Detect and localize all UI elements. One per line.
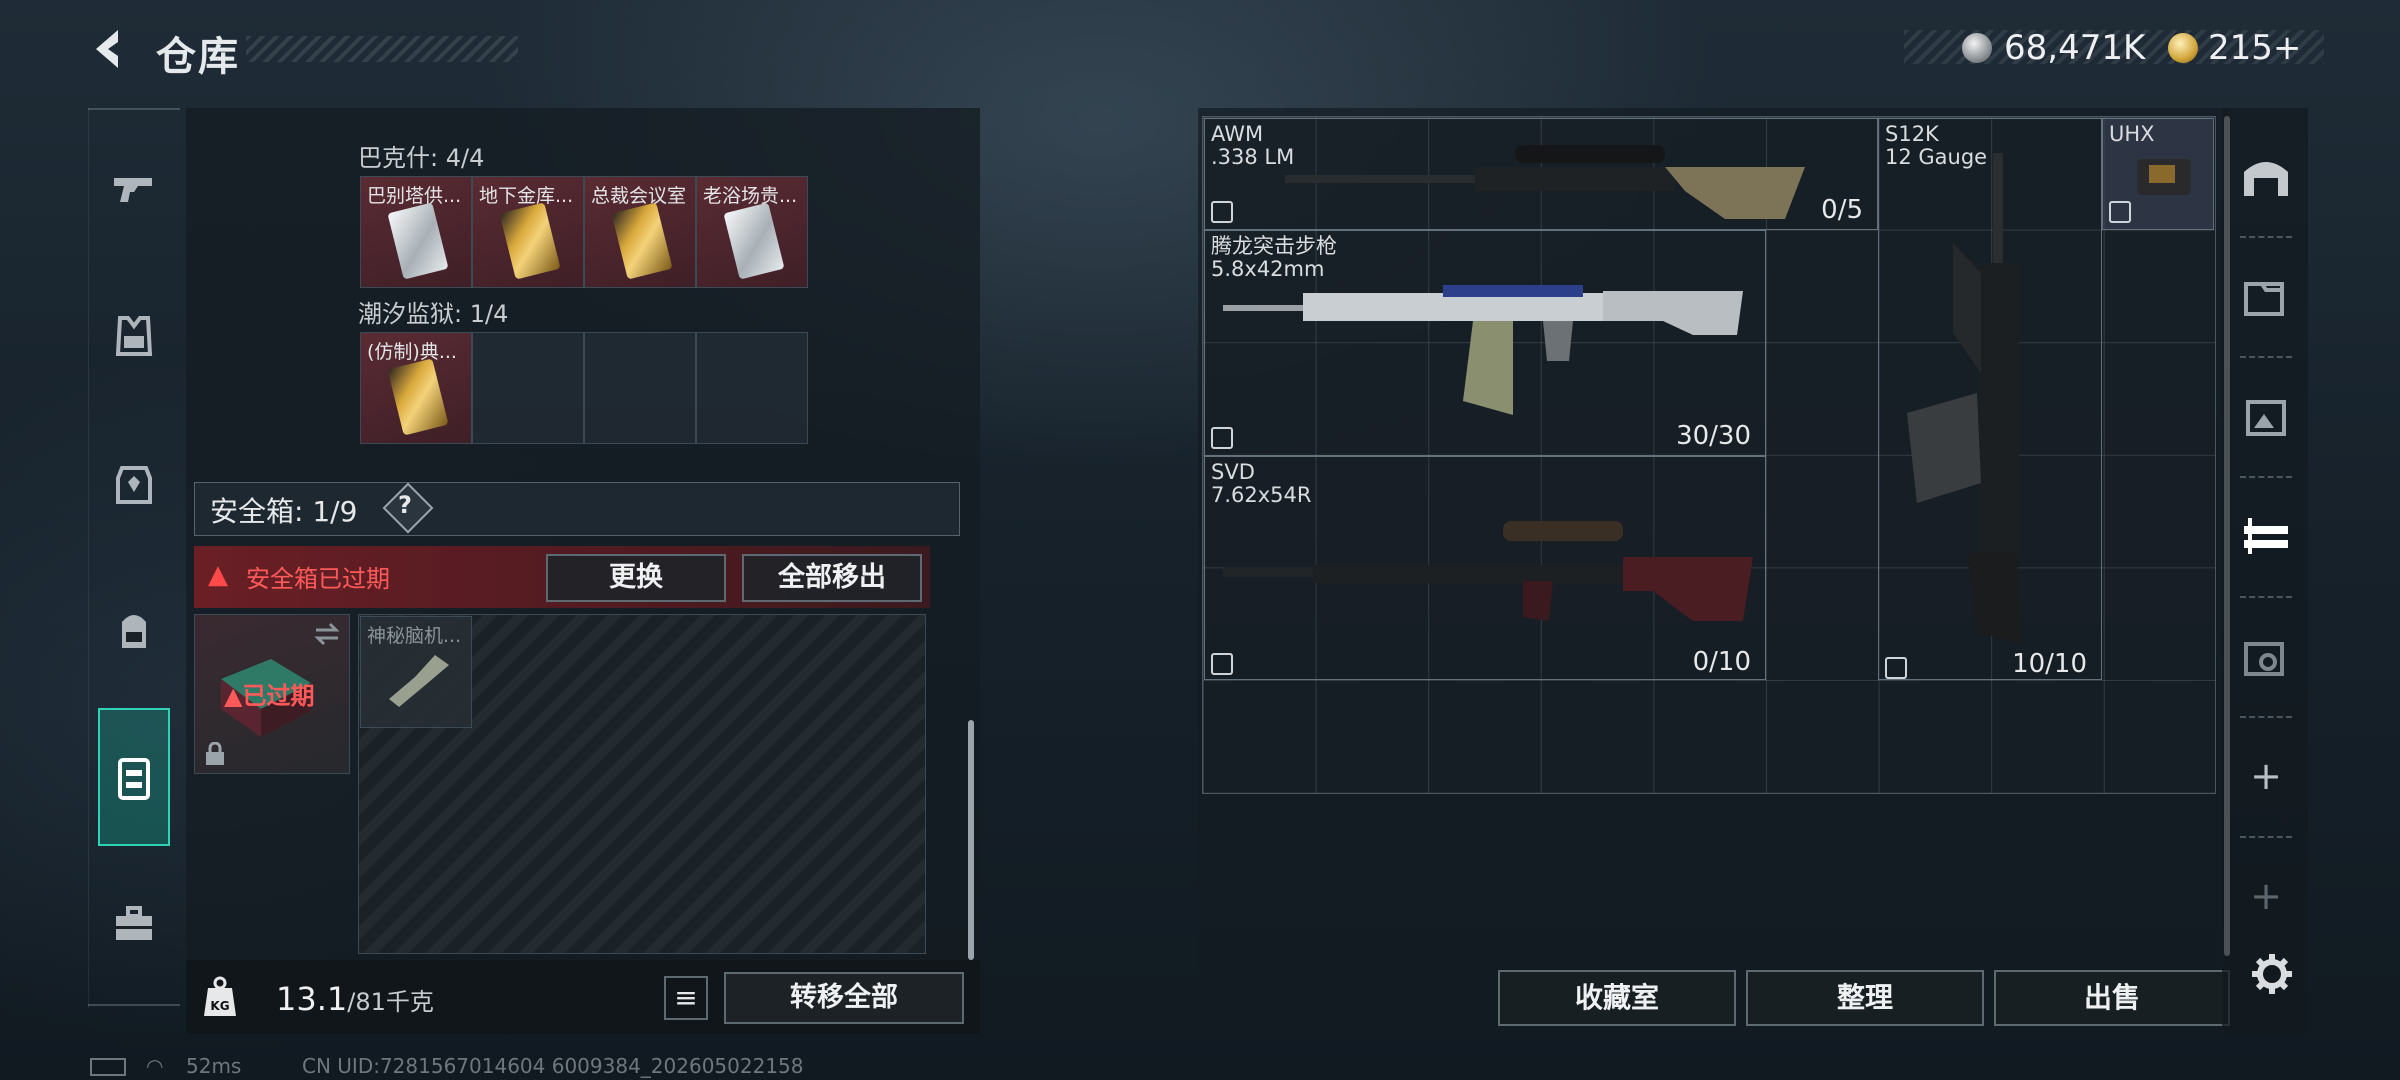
assault-rifle-image xyxy=(1223,285,1743,415)
collection-slot[interactable]: 巴别塔供... xyxy=(360,176,472,288)
rail-divider xyxy=(2240,356,2292,358)
pistol-icon[interactable] xyxy=(108,162,160,214)
weight-icon: KG xyxy=(204,976,236,1016)
svg-text:KG: KG xyxy=(210,999,229,1013)
weapon-ammo-type: .338 LM xyxy=(1211,145,1295,169)
weapon-slot-awm[interactable]: AWM .338 LM 0/5 xyxy=(1204,118,1878,230)
weapon-rack-icon[interactable] xyxy=(2240,510,2292,562)
remove-all-button[interactable]: 全部移出 xyxy=(742,554,922,602)
left-scrollbar[interactable] xyxy=(968,720,974,960)
collection-slot-empty[interactable] xyxy=(696,332,808,444)
rail-divider xyxy=(2240,236,2292,238)
weapon-name: AWM xyxy=(1211,122,1264,146)
collection-label: 潮汐监狱: 1/4 xyxy=(358,300,509,328)
weapon-ammo-count: 0/5 xyxy=(1821,195,1863,225)
safebox-count: 1/9 xyxy=(312,495,358,528)
vest-icon[interactable] xyxy=(108,310,160,362)
not-insured-icon xyxy=(2109,201,2131,223)
sidebar-divider xyxy=(88,1004,180,1006)
add-tab-icon[interactable]: + xyxy=(2240,750,2292,802)
sidebar-divider xyxy=(88,108,180,110)
card-item xyxy=(611,202,673,280)
collection-slot[interactable]: (仿制)典... xyxy=(360,332,472,444)
ping: 52ms xyxy=(186,1054,242,1078)
back-arrow-icon[interactable] xyxy=(88,26,134,72)
weapon-name: S12K xyxy=(1885,122,1939,146)
carry-weight: 13.1/81千克 xyxy=(276,980,434,1018)
card-item xyxy=(387,202,449,280)
item-name: UHX xyxy=(2109,122,2155,146)
settings-tab-icon[interactable] xyxy=(2240,630,2292,682)
collection-slot[interactable]: 总裁会议室 xyxy=(584,176,696,288)
collection-label: 巴克什: 4/4 xyxy=(358,144,485,172)
wifi-icon: ◠ xyxy=(146,1054,164,1078)
title-decoration xyxy=(246,36,518,62)
gold-coin-icon xyxy=(2168,33,2198,63)
rail-divider xyxy=(2240,716,2292,718)
gold-currency[interactable]: 215+ xyxy=(2208,28,2301,68)
silver-currency: 68,471K xyxy=(2004,28,2146,68)
battery-icon xyxy=(90,1058,126,1076)
help-mark: ? xyxy=(398,491,412,519)
rail-divider xyxy=(2240,836,2292,838)
list-icon[interactable]: ≡ xyxy=(664,976,708,1020)
expired-label: ▲已过期 xyxy=(224,682,315,710)
warehouse-icon[interactable] xyxy=(2240,152,2292,204)
shotgun-image xyxy=(1907,153,2021,643)
weapon-slot-s12k[interactable]: S12K 12 Gauge 10/10 xyxy=(1878,118,2102,680)
safebox-icon[interactable] xyxy=(108,752,160,804)
page-title: 仓库 xyxy=(156,34,240,80)
card-item xyxy=(499,202,561,280)
sell-button[interactable]: 出售 xyxy=(1994,970,2230,1026)
not-insured-icon xyxy=(1211,653,1233,675)
card-item xyxy=(387,358,449,436)
category-sidebar xyxy=(88,108,180,1008)
gallery-tab-icon[interactable] xyxy=(2240,390,2292,442)
card-item xyxy=(723,202,785,280)
warning-text: 安全箱已过期 xyxy=(246,565,390,593)
gear-icon[interactable] xyxy=(2250,952,2294,996)
collection-slot-empty[interactable] xyxy=(472,332,584,444)
not-insured-icon xyxy=(1211,201,1233,223)
item-slot-uhx[interactable]: UHX xyxy=(2102,118,2214,230)
svd-rifle-image xyxy=(1223,521,1753,621)
add-tab-icon[interactable]: + xyxy=(2240,870,2292,922)
weapon-slot-tenglong[interactable]: 腾龙突击步枪 5.8x42mm 30/30 xyxy=(1204,230,1766,456)
replace-button[interactable]: 更换 xyxy=(546,554,726,602)
safebox-label: 安全箱: 1/9 xyxy=(210,495,358,528)
silver-coin-icon xyxy=(1962,33,1992,63)
scope-image xyxy=(2137,159,2191,195)
briefcase-icon[interactable] xyxy=(108,898,160,950)
uid: CN UID:7281567014604 6009384_20260502215… xyxy=(302,1054,804,1078)
rail-divider xyxy=(2240,476,2292,478)
weapon-name: 腾龙突击步枪 xyxy=(1211,234,1337,258)
weapon-ammo-count: 10/10 xyxy=(2012,649,2087,679)
collection-slot-empty[interactable] xyxy=(584,332,696,444)
backpack-icon[interactable] xyxy=(108,604,160,656)
transfer-all-button[interactable]: 转移全部 xyxy=(724,972,964,1024)
armor-icon[interactable] xyxy=(108,458,160,510)
warning-icon: ▲ xyxy=(208,560,228,590)
weapon-ammo-type: 7.62x54R xyxy=(1211,483,1312,507)
weapon-ammo-count: 30/30 xyxy=(1676,421,1751,451)
not-insured-icon xyxy=(1211,427,1233,449)
swap-icon[interactable] xyxy=(312,622,342,646)
collection-slot[interactable]: 地下金库... xyxy=(472,176,584,288)
lock-icon xyxy=(206,742,224,765)
sniper-rifle-image xyxy=(1285,145,1805,219)
storage-tab-icon[interactable] xyxy=(2240,270,2292,322)
sort-button[interactable]: 整理 xyxy=(1746,970,1984,1026)
collection-slot[interactable]: 老浴场贵... xyxy=(696,176,808,288)
weapon-ammo-count: 0/10 xyxy=(1692,647,1751,677)
collection-room-button[interactable]: 收藏室 xyxy=(1498,970,1736,1026)
weapon-slot-svd[interactable]: SVD 7.62x54R 0/10 xyxy=(1204,456,1766,680)
not-insured-icon xyxy=(1885,657,1907,679)
weapon-name: SVD xyxy=(1211,460,1255,484)
safebox-item-slot[interactable]: 神秘脑机... xyxy=(360,616,472,728)
rail-divider xyxy=(2240,596,2292,598)
